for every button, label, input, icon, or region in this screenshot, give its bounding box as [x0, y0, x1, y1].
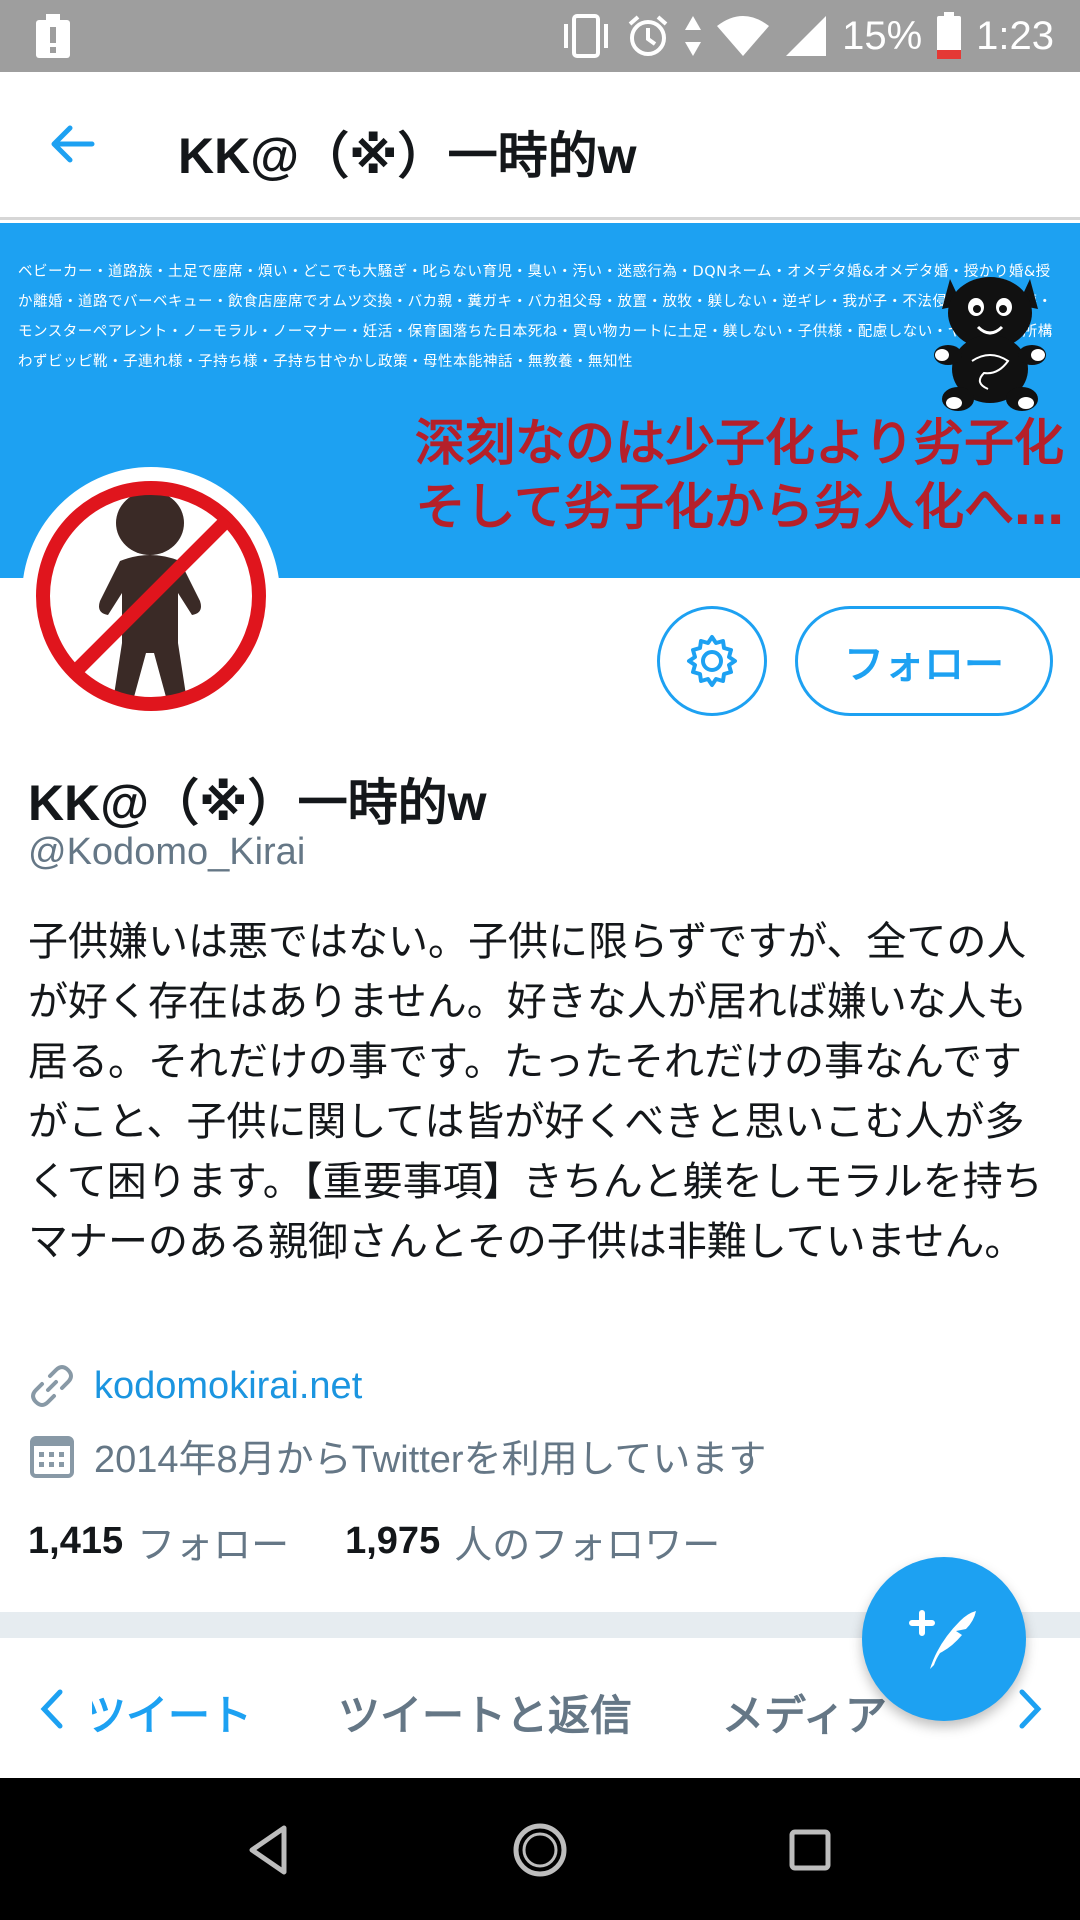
arrow-left-icon[interactable]	[44, 116, 100, 172]
settings-button[interactable]	[657, 606, 767, 716]
system-nav-bar	[0, 1778, 1080, 1920]
bear-mascot-icon	[934, 277, 1046, 411]
tab-media[interactable]: メディア	[722, 1682, 887, 1743]
nav-home-icon[interactable]	[508, 1818, 572, 1882]
alert-icon	[36, 14, 70, 58]
calendar-icon	[30, 1435, 74, 1478]
banner-headline-line1: 深刻なのは少子化より劣子化	[415, 414, 1064, 472]
data-arrows-icon	[685, 16, 702, 56]
status-bar: 15% 1:23	[0, 0, 1080, 72]
website-link[interactable]: kodomokirai.net	[94, 1365, 362, 1408]
clock: 1:23	[976, 13, 1054, 58]
alarm-icon	[628, 15, 668, 56]
followers-count[interactable]: 1,975	[345, 1520, 440, 1563]
compose-tweet-button[interactable]	[862, 1557, 1026, 1721]
tab-tweets-and-replies[interactable]: ツイートと返信	[338, 1682, 632, 1743]
nav-back-icon[interactable]	[236, 1818, 300, 1882]
user-handle: @Kodomo_Kirai	[28, 831, 306, 873]
header-title: KK@（※）一時的w	[178, 128, 637, 184]
website-row: kodomokirai.net	[28, 1362, 362, 1410]
battery-icon	[937, 12, 962, 59]
banner-headline: 深刻なのは少子化より劣子化 そして劣子化から劣人化へ…	[415, 411, 1064, 539]
link-icon	[31, 1365, 73, 1407]
display-name: KK@（※）一時的w	[28, 775, 487, 831]
compose-tweet-icon	[909, 1610, 976, 1669]
avatar[interactable]	[22, 467, 280, 725]
banner-small-text: ベビーカー・道路族・土足で座席・煩い・どこでも大騒ぎ・叱らない育児・臭い・汚い・…	[18, 264, 1053, 370]
signal-icon	[786, 16, 827, 56]
no-children-icon	[36, 481, 266, 711]
vibrate-icon	[564, 14, 609, 58]
gear-icon	[687, 635, 737, 687]
follow-button[interactable]: フォロー	[795, 606, 1053, 716]
app-header: KK@（※）一時的w	[0, 72, 1080, 220]
followers-label[interactable]: 人のフォロワー	[454, 1514, 720, 1569]
chevron-right-icon[interactable]	[1012, 1686, 1048, 1732]
following-label[interactable]: フォロー	[137, 1514, 289, 1569]
banner-headline-line2: そして劣子化から劣人化へ…	[415, 478, 1065, 536]
battery-percent: 15%	[842, 13, 923, 58]
joined-date: 2014年8月からTwitterを利用しています	[94, 1439, 767, 1481]
following-count[interactable]: 1,415	[28, 1520, 123, 1563]
tab-tweets[interactable]: ツイート	[92, 1682, 252, 1743]
wifi-icon	[717, 16, 770, 56]
joined-row: 2014年8月からTwitterを利用しています	[28, 1428, 766, 1483]
follow-stats: 1,415 フォロー 1,975 人のフォロワー	[28, 1514, 720, 1569]
nav-recents-icon[interactable]	[778, 1818, 842, 1882]
profile-bio: 子供嫌いは悪ではない。子供に限らずですが、全ての人が好く存在はありません。好きな…	[28, 919, 1043, 1265]
chevron-left-icon[interactable]	[34, 1686, 70, 1732]
